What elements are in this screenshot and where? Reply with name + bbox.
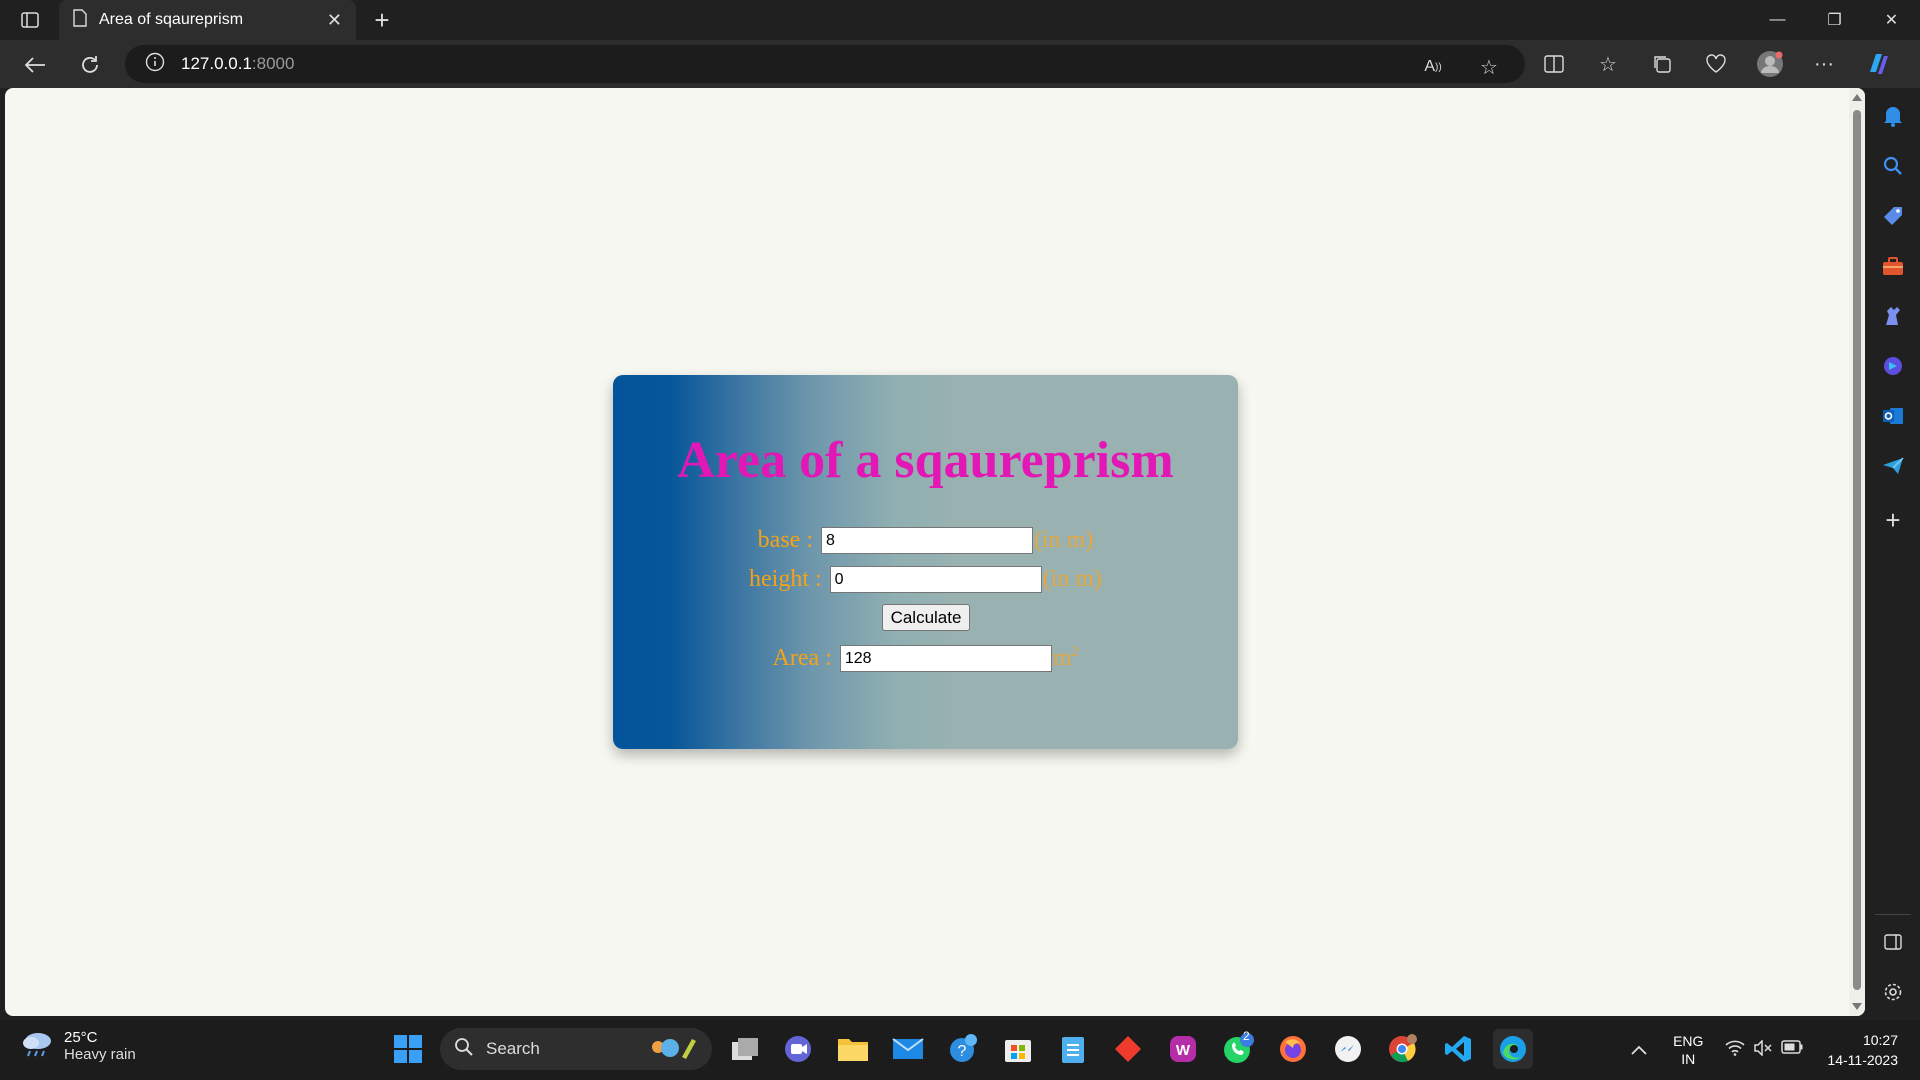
weather-condition: Heavy rain	[64, 1045, 136, 1063]
chrome-icon[interactable]	[1383, 1029, 1423, 1069]
whatsapp-icon[interactable]: 2	[1218, 1029, 1258, 1069]
page-icon	[73, 8, 87, 32]
temperature: 25°C	[64, 1028, 98, 1046]
toolbar-icons: ☆ ···	[1538, 48, 1894, 80]
page-title: Area of a sqaureprism	[677, 432, 1174, 489]
input-language[interactable]: ENG IN	[1673, 1032, 1703, 1068]
messenger-icon[interactable]	[1328, 1029, 1368, 1069]
notification-bell-icon[interactable]	[1879, 102, 1907, 130]
address-bar[interactable]: 127.0.0.1:8000 A)) ☆	[125, 45, 1525, 83]
scroll-up-icon[interactable]	[1852, 94, 1862, 101]
edge-browser-icon[interactable]	[1493, 1029, 1533, 1069]
height-label: height :	[749, 566, 822, 592]
collections-icon[interactable]	[1646, 48, 1678, 80]
restore-icon[interactable]: ❐	[1806, 0, 1863, 40]
url-text: 127.0.0.1:8000	[181, 54, 295, 73]
system-tray: ENG IN 10:27 14-11-2023	[1623, 1020, 1920, 1080]
site-info-icon[interactable]	[145, 52, 165, 77]
vertical-scrollbar[interactable]	[1849, 88, 1865, 1016]
base-row: base : (in m)	[613, 527, 1238, 554]
games-icon[interactable]	[1879, 302, 1907, 330]
search-label: Search	[486, 1039, 540, 1058]
tab-title: Area of sqaureprism	[99, 11, 244, 28]
base-unit: (in m)	[1033, 527, 1094, 553]
back-icon[interactable]	[20, 50, 50, 80]
copilot-icon[interactable]	[1862, 48, 1894, 80]
calculate-button[interactable]: Calculate	[882, 604, 970, 631]
tab-actions-icon[interactable]	[14, 8, 46, 32]
refresh-icon[interactable]	[75, 50, 105, 80]
scroll-down-icon[interactable]	[1852, 1003, 1862, 1010]
browser-toolbar: 127.0.0.1:8000 A)) ☆ ☆ ···	[0, 40, 1920, 88]
microsoft-365-icon[interactable]	[1879, 352, 1907, 380]
area-unit: m2	[1052, 645, 1079, 671]
height-row: height : (in m)	[613, 566, 1238, 593]
svg-text:?: ?	[958, 1043, 967, 1060]
hide-sidebar-icon[interactable]	[1879, 928, 1907, 956]
system-clock[interactable]: 10:27 14-11-2023	[1827, 1030, 1898, 1070]
shopping-tag-icon[interactable]	[1879, 202, 1907, 230]
weather-widget[interactable]: 25°C Heavy rain	[20, 1028, 136, 1063]
area-output[interactable]	[839, 645, 1052, 672]
base-input[interactable]	[820, 527, 1033, 554]
profile-avatar[interactable]	[1754, 48, 1786, 80]
height-unit: (in m)	[1042, 566, 1102, 592]
height-input[interactable]	[829, 566, 1042, 593]
microsoft-store-icon[interactable]	[998, 1029, 1038, 1069]
task-view-icon[interactable]	[725, 1029, 765, 1069]
anydesk-icon[interactable]	[1108, 1029, 1148, 1069]
tab-strip: Area of sqaureprism ✕ + — ❐ ✕	[0, 0, 1920, 40]
battery-icon	[1781, 1039, 1803, 1061]
tools-icon[interactable]	[1879, 252, 1907, 280]
rain-cloud-icon	[20, 1028, 54, 1063]
page-viewport: Area of a sqaureprism base : (in m) heig…	[5, 88, 1865, 1016]
add-sidebar-app-icon[interactable]: +	[1879, 505, 1907, 535]
start-button-windows-icon[interactable]	[388, 1029, 428, 1069]
calculator-card: Area of a sqaureprism base : (in m) heig…	[613, 375, 1238, 749]
notepad-icon[interactable]	[1053, 1029, 1093, 1069]
outlook-icon[interactable]	[1879, 402, 1907, 430]
browser-essentials-icon[interactable]	[1700, 48, 1732, 80]
more-options-icon[interactable]: ···	[1808, 48, 1840, 80]
search-highlight-icon	[646, 1033, 700, 1066]
teams-chat-icon[interactable]	[778, 1029, 818, 1069]
minimize-icon[interactable]: —	[1749, 0, 1806, 40]
vscode-icon[interactable]	[1438, 1029, 1478, 1069]
quick-settings[interactable]	[1725, 1038, 1803, 1061]
active-tab[interactable]: Area of sqaureprism ✕	[59, 0, 356, 40]
show-hidden-icons-chevron-icon[interactable]	[1623, 1034, 1655, 1066]
sidebar-settings-gear-icon[interactable]	[1879, 978, 1907, 1006]
taskbar-search[interactable]: Search	[440, 1028, 712, 1070]
close-tab-icon[interactable]: ✕	[327, 10, 342, 31]
area-label: Area :	[772, 645, 832, 671]
favorites-icon[interactable]: ☆	[1592, 48, 1624, 80]
scroll-thumb[interactable]	[1853, 110, 1861, 990]
search-icon[interactable]	[1879, 152, 1907, 180]
favorite-star-icon[interactable]: ☆	[1473, 51, 1505, 83]
base-label: base :	[757, 527, 813, 553]
close-window-icon[interactable]: ✕	[1863, 0, 1920, 40]
read-aloud-icon[interactable]: A))	[1417, 51, 1449, 83]
file-explorer-icon[interactable]	[833, 1029, 873, 1069]
split-screen-icon[interactable]	[1538, 48, 1570, 80]
search-icon	[454, 1037, 474, 1062]
wifi-icon	[1725, 1040, 1745, 1061]
svg-text:W: W	[1176, 1042, 1191, 1059]
new-tab-icon[interactable]: +	[368, 6, 396, 34]
sidebar-divider	[1875, 914, 1911, 915]
wps-office-icon[interactable]: W	[1163, 1029, 1203, 1069]
window-controls: — ❐ ✕	[1749, 0, 1920, 40]
edge-sidebar: +	[1867, 88, 1920, 1016]
get-help-icon[interactable]: ?	[943, 1029, 983, 1069]
volume-muted-icon	[1753, 1038, 1773, 1061]
windows-taskbar: 25°C Heavy rain Search ? W 2 ENG IN 10:2…	[0, 1020, 1920, 1080]
mail-icon[interactable]	[888, 1029, 928, 1069]
area-row: Area : m2	[613, 645, 1238, 672]
firefox-icon[interactable]	[1273, 1029, 1313, 1069]
telegram-send-icon[interactable]	[1879, 452, 1907, 480]
whatsapp-badge: 2	[1243, 1029, 1250, 1043]
